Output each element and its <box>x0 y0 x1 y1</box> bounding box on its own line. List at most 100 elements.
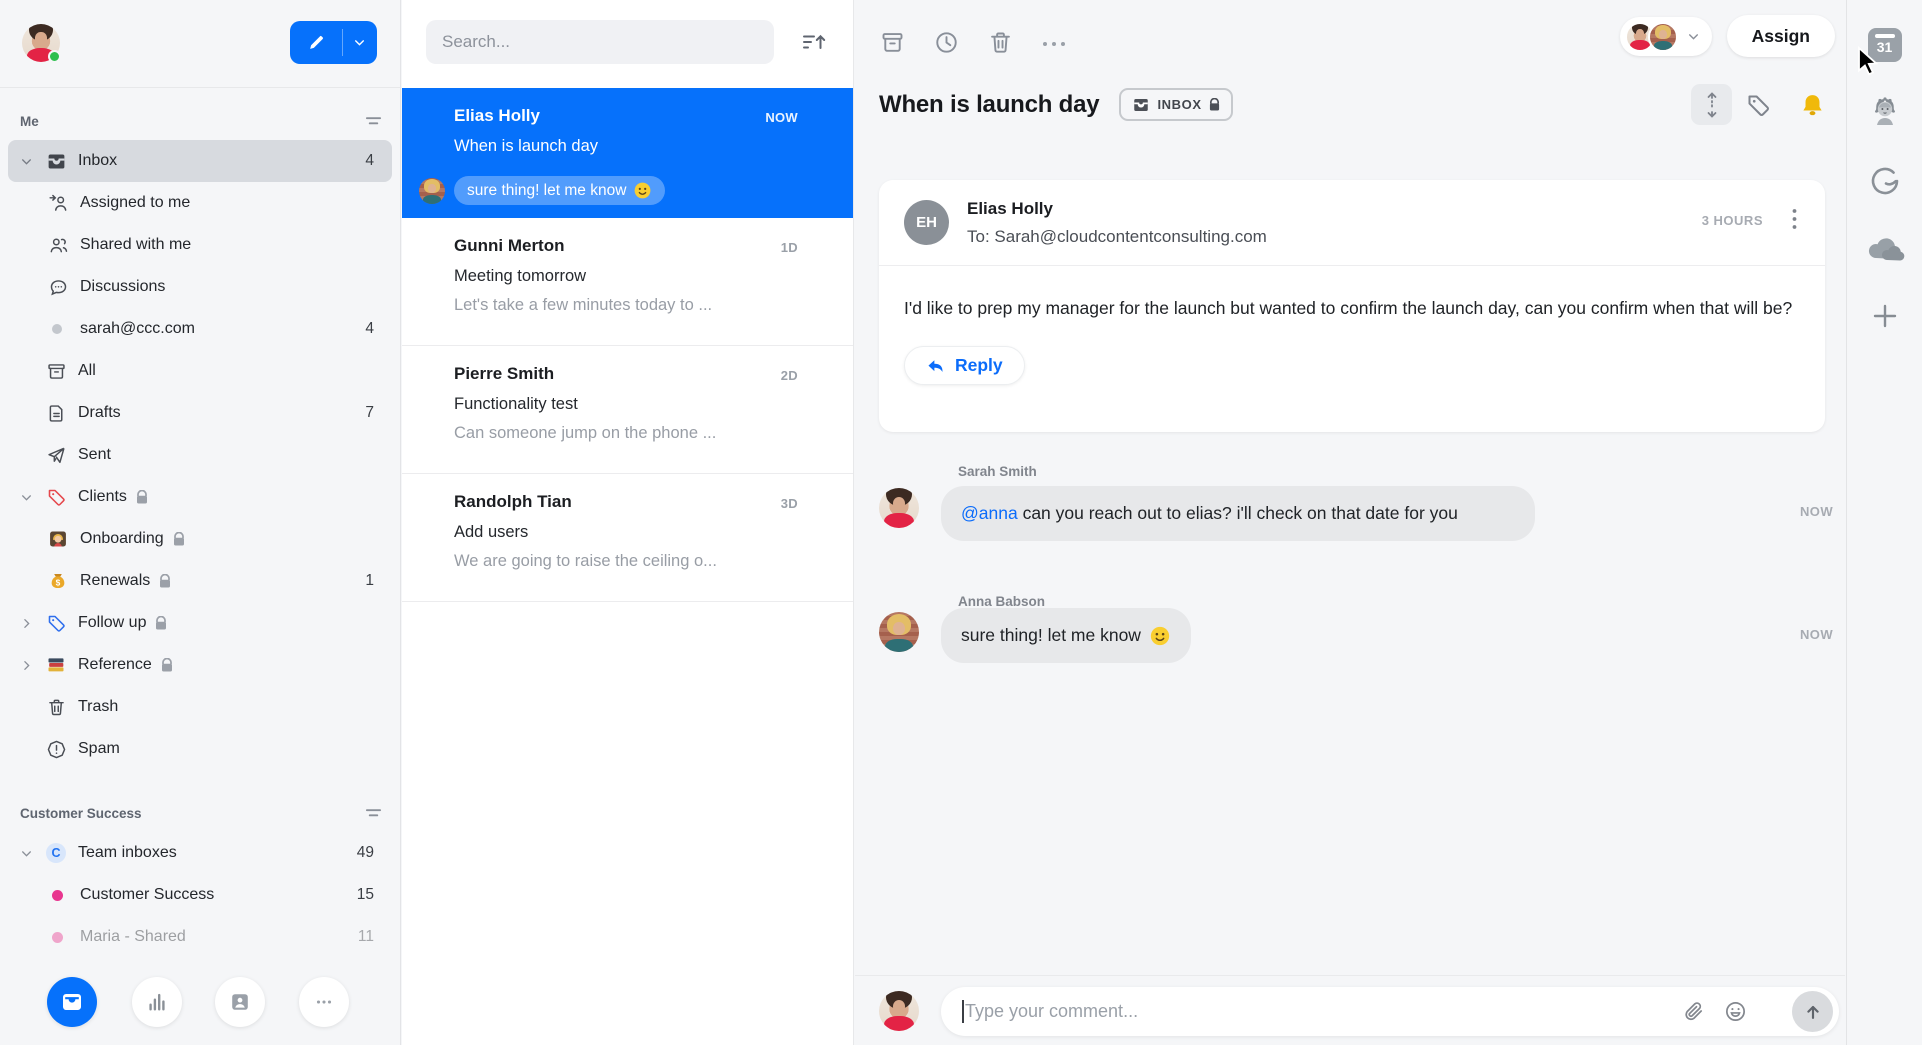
snooze-clock-icon[interactable] <box>933 29 960 56</box>
composer-avatar <box>879 991 919 1031</box>
inbox-icon <box>1132 96 1150 114</box>
chevron-down-icon[interactable] <box>20 155 46 168</box>
archive-icon[interactable] <box>879 29 906 56</box>
send-button[interactable] <box>1792 991 1833 1032</box>
conversation-subject: Add users <box>454 523 798 542</box>
sidebar: Me Inbox 4 Assigned to me Shared with me… <box>0 0 401 1045</box>
dock-contacts-button[interactable] <box>215 977 265 1027</box>
trash-icon[interactable] <box>987 29 1014 56</box>
filter-icon[interactable] <box>365 806 382 820</box>
conversation-snippet: We are going to raise the ceiling o... <box>454 552 798 571</box>
comment-input[interactable] <box>965 987 1595 1036</box>
dock-inbox-button[interactable] <box>47 977 97 1027</box>
money-bag-emoji-icon: $ <box>48 571 80 591</box>
add-integration-plus-icon[interactable] <box>1871 302 1899 330</box>
sidebar-item-label: sarah@ccc.com <box>80 320 195 338</box>
sidebar-item-spam[interactable]: Spam <box>8 728 392 770</box>
tag-blue-icon <box>46 613 78 634</box>
sidebar-item-inbox[interactable]: Inbox 4 <box>8 140 392 182</box>
books-emoji-icon <box>46 655 78 675</box>
more-vertical-icon[interactable] <box>1792 208 1797 230</box>
search-input[interactable] <box>426 20 774 64</box>
sidebar-item-label: Discussions <box>80 278 165 296</box>
message-card: EH Elias Holly To: Sarah@cloudcontentcon… <box>879 180 1825 432</box>
commenter-avatar <box>419 178 445 204</box>
sidebar-item-assigned-to-me[interactable]: Assigned to me <box>8 182 392 224</box>
tag-icon[interactable] <box>1745 92 1772 119</box>
lock-icon <box>155 616 167 630</box>
chevron-down-icon[interactable] <box>20 847 46 860</box>
chevron-right-icon[interactable] <box>20 659 46 672</box>
sidebar-item-all[interactable]: All <box>8 350 392 392</box>
compose-chevron-down-icon[interactable] <box>343 36 376 49</box>
spam-shield-icon <box>46 739 78 760</box>
paperclip-icon[interactable] <box>1682 1000 1705 1023</box>
lock-icon <box>161 658 173 672</box>
sidebar-item-onboarding[interactable]: Onboarding <box>8 518 392 560</box>
comment-input-container[interactable] <box>941 987 1839 1036</box>
conversation-item[interactable]: Pierre Smith 2D Functionality test Can s… <box>402 346 853 474</box>
sidebar-item-follow-up[interactable]: Follow up <box>8 602 392 644</box>
dock-more-button[interactable] <box>299 977 349 1027</box>
sidebar-item-shared-with-me[interactable]: Shared with me <box>8 224 392 266</box>
unread-count: 4 <box>365 152 374 170</box>
integration-rail: 31 <box>1846 0 1922 1045</box>
sidebar-item-label: Assigned to me <box>80 194 190 212</box>
expand-vertical-icon[interactable] <box>1691 84 1732 125</box>
people-icon <box>48 235 80 256</box>
dock-analytics-button[interactable] <box>132 977 182 1027</box>
sender-avatar-initials: EH <box>904 200 949 245</box>
sidebar-item-label: All <box>78 362 96 380</box>
message-sender: Elias Holly <box>967 199 1053 219</box>
persona-app-icon[interactable] <box>1867 94 1903 130</box>
notification-bell-icon[interactable] <box>1799 92 1826 119</box>
assignee-avatars[interactable] <box>1620 17 1712 56</box>
sidebar-item-reference[interactable]: Reference <box>8 644 392 686</box>
conversation-item[interactable]: Gunni Merton 1D Meeting tomorrow Let's t… <box>402 218 853 346</box>
more-horizontal-icon[interactable] <box>1041 40 1067 48</box>
sidebar-item-label: Sent <box>78 446 111 464</box>
conversation-item-selected[interactable]: Elias Holly NOW When is launch day sure … <box>402 88 853 218</box>
unread-count: 15 <box>357 886 374 904</box>
sidebar-item-sarah-channel[interactable]: sarah@ccc.com 4 <box>8 308 392 350</box>
compose-pencil-icon <box>290 33 342 52</box>
filter-icon[interactable] <box>365 114 382 128</box>
chat-bubble-icon <box>48 277 80 298</box>
sidebar-item-renewals[interactable]: $ Renewals 1 <box>8 560 392 602</box>
mention-link[interactable]: @anna <box>961 503 1018 523</box>
sidebar-item-label: Shared with me <box>80 236 191 254</box>
assign-button[interactable]: Assign <box>1727 15 1835 57</box>
chevron-right-icon[interactable] <box>20 617 46 630</box>
conversation-list: Elias Holly NOW When is launch day sure … <box>402 0 854 1045</box>
sidebar-item-maria-shared[interactable]: Maria - Shared 11 <box>8 916 392 958</box>
latest-comment-chip: sure thing! let me know <box>454 176 665 205</box>
emoji-picker-icon[interactable] <box>1724 1000 1747 1023</box>
calendar-icon[interactable]: 31 <box>1868 28 1902 62</box>
sidebar-item-label: Team inboxes <box>78 844 177 862</box>
online-status-dot <box>48 50 61 63</box>
reply-button[interactable]: Reply <box>904 346 1025 385</box>
sidebar-item-label: Maria - Shared <box>80 928 186 946</box>
paper-plane-icon <box>46 445 78 466</box>
sidebar-item-team-inboxes[interactable]: C Team inboxes 49 <box>8 832 392 874</box>
unread-count: 1 <box>365 572 374 590</box>
sidebar-item-drafts[interactable]: Drafts 7 <box>8 392 392 434</box>
sidebar-item-sent[interactable]: Sent <box>8 434 392 476</box>
comment-avatar <box>879 612 919 652</box>
thread-title: When is launch day <box>879 91 1099 119</box>
sort-icon[interactable] <box>801 30 827 54</box>
chevron-down-icon[interactable] <box>20 491 46 504</box>
sidebar-item-trash[interactable]: Trash <box>8 686 392 728</box>
conversation-item[interactable]: Randolph Tian 3D Add users We are going … <box>402 474 853 602</box>
smiley-emoji <box>633 181 652 200</box>
cloud-app-icon[interactable] <box>1865 234 1905 262</box>
sidebar-item-discussions[interactable]: Discussions <box>8 266 392 308</box>
conversation-snippet: Let's take a few minutes today to ... <box>454 296 798 315</box>
inbox-badge[interactable]: INBOX <box>1119 88 1232 121</box>
sidebar-item-clients[interactable]: Clients <box>8 476 392 518</box>
message-body: I'd like to prep my manager for the laun… <box>904 291 1804 325</box>
message-time: 3 HOURS <box>1702 213 1763 228</box>
sidebar-item-customer-success-inbox[interactable]: Customer Success 15 <box>8 874 392 916</box>
compose-button[interactable] <box>290 21 377 64</box>
loop-app-icon[interactable] <box>1868 164 1902 198</box>
